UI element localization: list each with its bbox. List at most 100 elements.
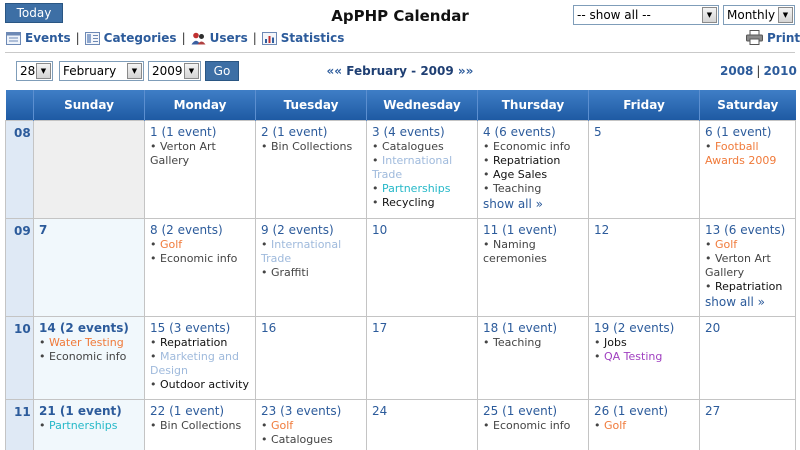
day-number-link[interactable]: 15 (3 events) xyxy=(150,321,250,336)
day-cell[interactable]: 8 (2 events) • Golf • Economic info xyxy=(144,217,256,317)
users-link[interactable]: Users xyxy=(191,31,248,45)
event-item[interactable]: • Economic info xyxy=(483,419,583,433)
day-cell[interactable]: 20 xyxy=(699,315,796,400)
event-item[interactable]: • Golf xyxy=(594,419,694,433)
next-year-link[interactable]: 2010 xyxy=(763,64,796,78)
category-filter-select[interactable]: -- show all -- ▼ xyxy=(573,5,719,25)
week-number[interactable]: 08 xyxy=(5,119,34,219)
day-number-link[interactable]: 6 (1 event) xyxy=(705,125,790,140)
day-number-link[interactable]: 22 (1 event) xyxy=(150,404,250,419)
event-item[interactable]: • Verton Art Gallery xyxy=(705,252,790,280)
day-number-link[interactable]: 11 (1 event) xyxy=(483,223,583,238)
day-number-link[interactable]: 17 xyxy=(372,321,472,336)
event-item[interactable]: • Teaching xyxy=(483,336,583,350)
events-link[interactable]: Events xyxy=(6,31,71,45)
day-cell[interactable]: 21 (1 event) • Partnerships xyxy=(33,398,145,450)
day-cell[interactable]: 17 xyxy=(366,315,478,400)
event-item[interactable]: • Football Awards 2009 xyxy=(705,140,790,168)
day-number-link[interactable]: 2 (1 event) xyxy=(261,125,361,140)
event-item[interactable]: • Economic info xyxy=(39,350,139,364)
day-cell[interactable]: 6 (1 event) • Football Awards 2009 xyxy=(699,119,796,219)
day-cell[interactable]: 23 (3 events) • Golf • Catalogues xyxy=(255,398,367,450)
day-number-link[interactable]: 3 (4 events) xyxy=(372,125,472,140)
day-cell[interactable]: 25 (1 event) • Economic info xyxy=(477,398,589,450)
event-item[interactable]: • Bin Collections xyxy=(261,140,361,154)
week-number[interactable]: 11 xyxy=(5,398,34,450)
event-item[interactable]: • Age Sales xyxy=(483,168,583,182)
event-item[interactable]: • QA Testing xyxy=(594,350,694,364)
day-cell[interactable]: 22 (1 event) • Bin Collections xyxy=(144,398,256,450)
categories-link[interactable]: Categories xyxy=(84,31,177,45)
event-item[interactable]: • Catalogues xyxy=(261,433,361,447)
day-number-link[interactable]: 25 (1 event) xyxy=(483,404,583,419)
day-number-link[interactable]: 1 (1 event) xyxy=(150,125,250,140)
event-item[interactable]: • Teaching xyxy=(483,182,583,196)
event-item[interactable]: • Water Testing xyxy=(39,336,139,350)
show-all-link[interactable]: show all » xyxy=(483,196,583,212)
day-number-link[interactable]: 16 xyxy=(261,321,361,336)
day-cell[interactable]: 9 (2 events) • International Trade • Graff… xyxy=(255,217,367,317)
event-item[interactable]: • Graffiti xyxy=(261,266,361,280)
day-cell[interactable]: 15 (3 events) • Repatriation • Marketing a… xyxy=(144,315,256,400)
day-number-link[interactable]: 8 (2 events) xyxy=(150,223,250,238)
view-mode-select[interactable]: Monthly ▼ xyxy=(723,5,795,25)
event-item[interactable]: • Bin Collections xyxy=(150,419,250,433)
day-cell[interactable]: 4 (6 events) • Economic info • Repatriatio… xyxy=(477,119,589,219)
prev-month-link[interactable]: «« xyxy=(327,64,343,78)
event-item[interactable]: • Naming ceremonies xyxy=(483,238,583,266)
statistics-link[interactable]: Statistics xyxy=(261,31,344,45)
event-item[interactable]: • Repatriation xyxy=(150,336,250,350)
event-item[interactable]: • Partnerships xyxy=(39,419,139,433)
event-item[interactable]: • Repatriation xyxy=(483,154,583,168)
week-number[interactable]: 09 xyxy=(5,217,34,317)
next-month-link[interactable]: »» xyxy=(458,64,474,78)
event-item[interactable]: • Catalogues xyxy=(372,140,472,154)
event-item[interactable]: • Economic info xyxy=(150,252,250,266)
day-number-link[interactable]: 9 (2 events) xyxy=(261,223,361,238)
event-item[interactable]: • Golf xyxy=(705,238,790,252)
show-all-link[interactable]: show all » xyxy=(705,294,790,310)
day-cell[interactable]: 2 (1 event) • Bin Collections xyxy=(255,119,367,219)
day-number-link[interactable]: 4 (6 events) xyxy=(483,125,583,140)
event-item[interactable]: • International Trade xyxy=(261,238,361,266)
day-cell[interactable]: 16 xyxy=(255,315,367,400)
event-item[interactable]: • Economic info xyxy=(483,140,583,154)
day-number-link[interactable]: 18 (1 event) xyxy=(483,321,583,336)
day-cell[interactable]: 11 (1 event) • Naming ceremonies xyxy=(477,217,589,317)
event-item[interactable]: • Jobs xyxy=(594,336,694,350)
event-item[interactable]: • Outdoor activity xyxy=(150,378,250,392)
event-item[interactable]: • Recycling xyxy=(372,196,472,210)
day-number-link[interactable]: 24 xyxy=(372,404,472,419)
day-cell[interactable]: 14 (2 events) • Water Testing • Economic i… xyxy=(33,315,145,400)
day-number-link[interactable]: 10 xyxy=(372,223,472,238)
event-item[interactable]: • Golf xyxy=(150,238,250,252)
day-number-link[interactable]: 19 (2 events) xyxy=(594,321,694,336)
day-number-link[interactable]: 12 xyxy=(594,223,694,238)
week-number[interactable]: 10 xyxy=(5,315,34,400)
day-cell[interactable]: 5 xyxy=(588,119,700,219)
day-number-link[interactable]: 21 (1 event) xyxy=(39,404,139,419)
event-item[interactable]: • Repatriation xyxy=(705,280,790,294)
day-cell[interactable]: 12 xyxy=(588,217,700,317)
day-cell[interactable]: 27 xyxy=(699,398,796,450)
day-number-link[interactable]: 13 (6 events) xyxy=(705,223,790,238)
prev-year-link[interactable]: 2008 xyxy=(720,64,753,78)
day-number-link[interactable]: 27 xyxy=(705,404,790,419)
day-number-link[interactable]: 23 (3 events) xyxy=(261,404,361,419)
day-cell[interactable]: 19 (2 events) • Jobs • QA Testing xyxy=(588,315,700,400)
day-number-link[interactable]: 26 (1 event) xyxy=(594,404,694,419)
event-item[interactable]: • Verton Art Gallery xyxy=(150,140,250,168)
day-cell[interactable]: 7 xyxy=(33,217,145,317)
day-cell[interactable]: 18 (1 event) • Teaching xyxy=(477,315,589,400)
day-number-link[interactable]: 5 xyxy=(594,125,694,140)
event-item[interactable]: • Partnerships xyxy=(372,182,472,196)
day-number-link[interactable]: 7 xyxy=(39,223,139,238)
print-link[interactable]: Print xyxy=(746,30,800,45)
day-cell[interactable]: 24 xyxy=(366,398,478,450)
day-cell[interactable]: 26 (1 event) • Golf xyxy=(588,398,700,450)
day-number-link[interactable]: 20 xyxy=(705,321,790,336)
event-item[interactable]: • Golf xyxy=(261,419,361,433)
day-cell[interactable]: 1 (1 event) • Verton Art Gallery xyxy=(144,119,256,219)
day-cell[interactable]: 13 (6 events) • Golf • Verton Art Gallery •… xyxy=(699,217,796,317)
event-item[interactable]: • International Trade xyxy=(372,154,472,182)
